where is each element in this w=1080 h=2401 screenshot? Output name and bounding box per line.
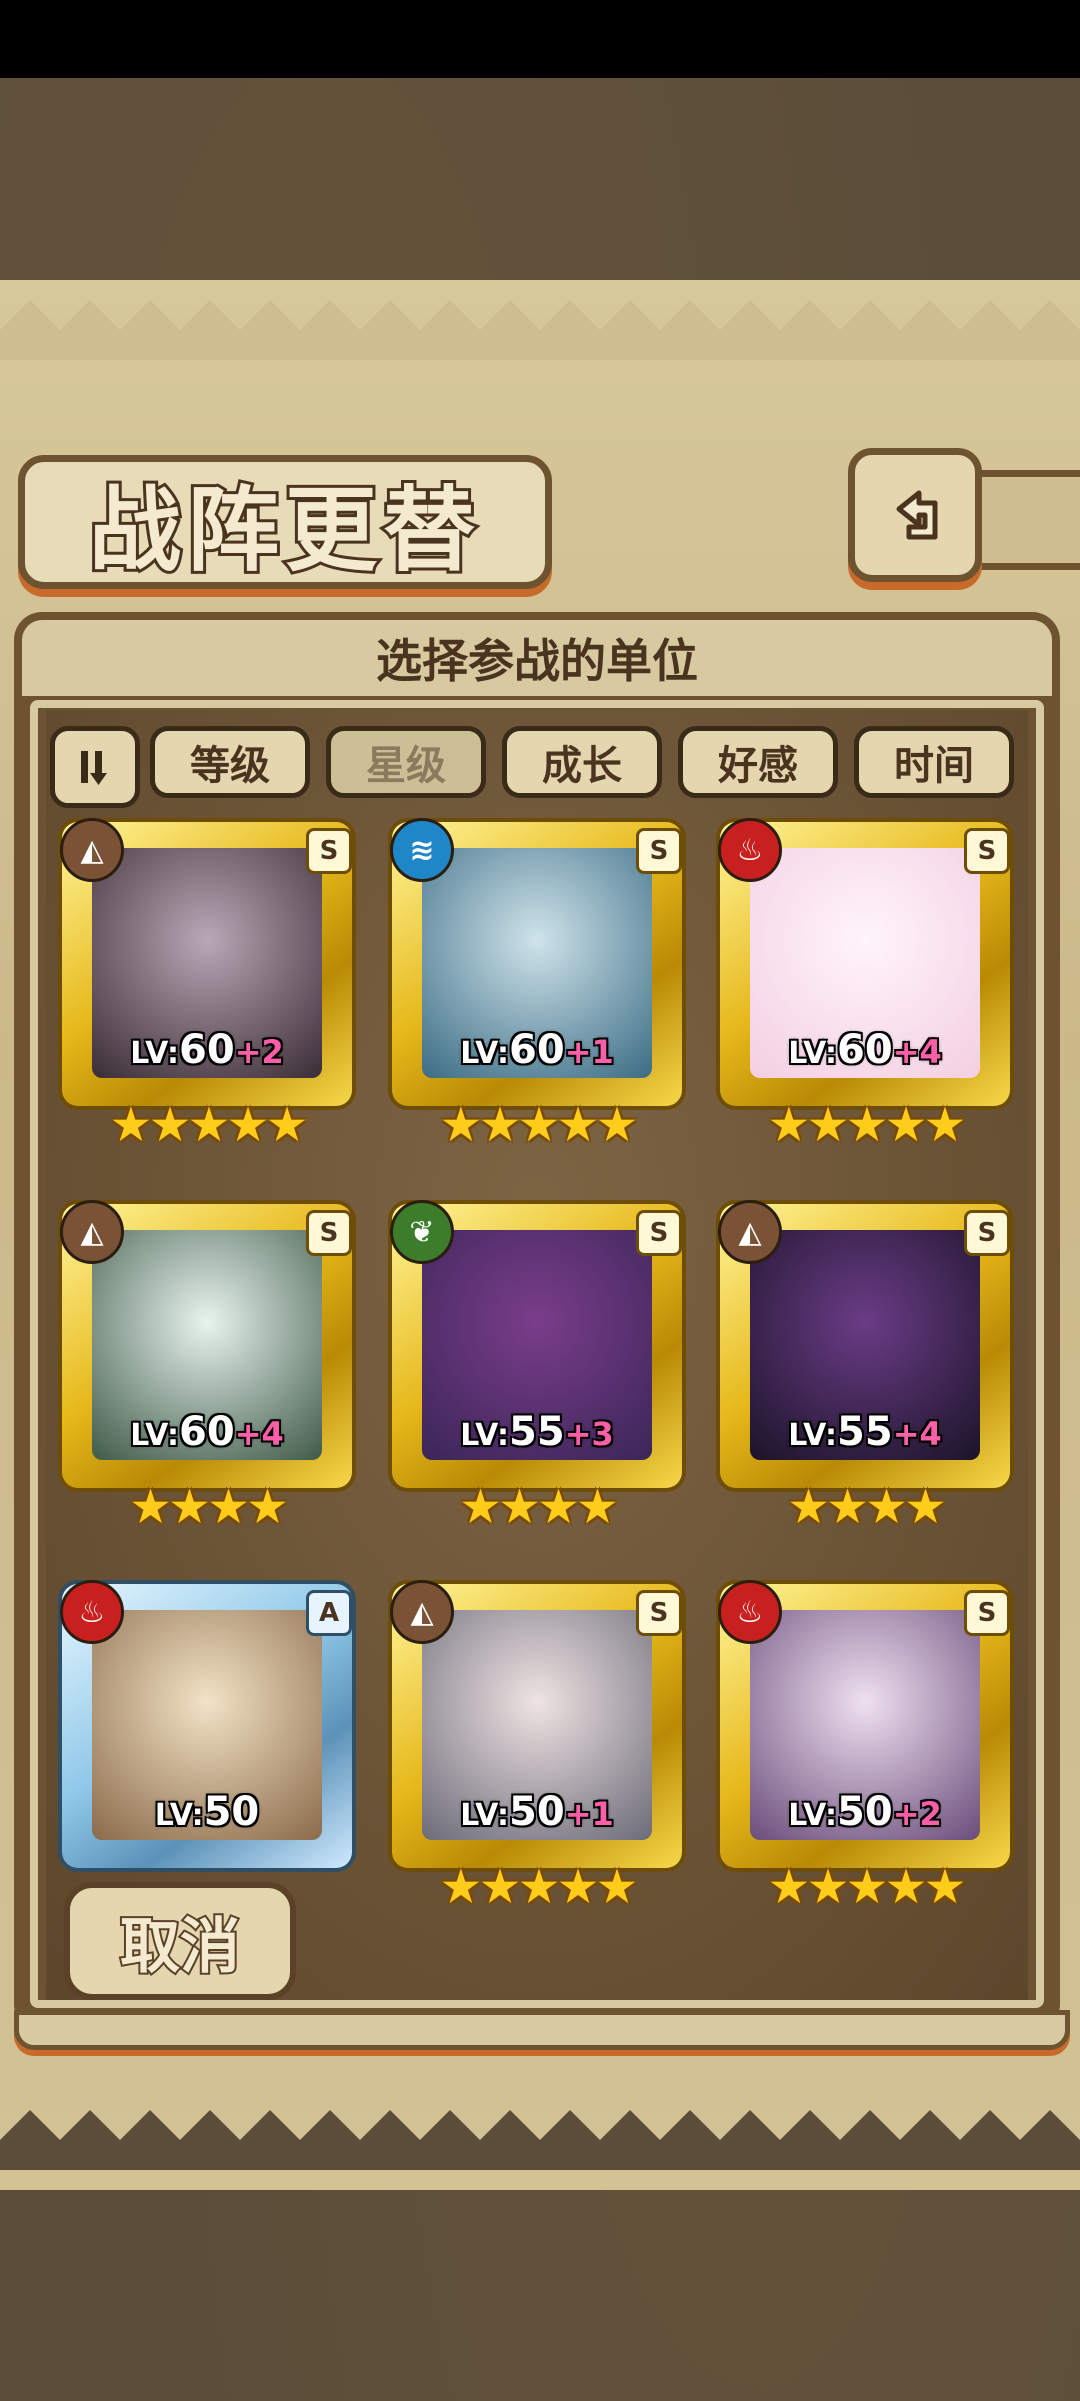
fire-element-icon: ♨: [718, 1580, 782, 1644]
unit-level: LV:50: [62, 1789, 352, 1835]
star-rating: ★★★★★: [439, 1859, 638, 1915]
level-bonus: +3: [564, 1415, 614, 1453]
star-rating: ★★★★★: [767, 1859, 966, 1915]
unit-card[interactable]: ◭ S LV:60+2 ★★★★★: [60, 818, 352, 1153]
level-bonus: +1: [564, 1795, 614, 1833]
level-prefix: LV:: [788, 1798, 838, 1833]
unit-level: LV:55+4: [720, 1409, 1010, 1455]
star-rating: ★★★★★: [767, 1097, 966, 1153]
level-prefix: LV:: [788, 1418, 838, 1453]
unit-level: LV:60+1: [392, 1027, 682, 1073]
sort-button-affection[interactable]: 好感: [678, 726, 838, 798]
unit-card[interactable]: ≋ S LV:60+1 ★★★★★: [390, 818, 682, 1153]
rank-badge: S: [306, 1210, 352, 1256]
unit-card[interactable]: ♨ S LV:60+4 ★★★★★: [718, 818, 1010, 1153]
level-bonus: +4: [234, 1415, 284, 1453]
sort-button-level[interactable]: 等级: [150, 726, 310, 798]
earth-element-icon: ◭: [390, 1580, 454, 1644]
level-prefix: LV:: [460, 1036, 510, 1071]
level-prefix: LV:: [130, 1418, 180, 1453]
earth-element-icon: ◭: [718, 1200, 782, 1264]
level-bonus: +4: [892, 1415, 942, 1453]
panel-subtitle: 选择参战的单位: [376, 634, 698, 688]
star-rating: ★★★★: [458, 1479, 619, 1535]
level-value: 50: [837, 1789, 893, 1835]
level-value: 55: [837, 1409, 893, 1455]
unit-level: LV:60+4: [62, 1409, 352, 1455]
cancel-button[interactable]: 取消: [64, 1882, 296, 2000]
level-prefix: LV:: [460, 1418, 510, 1453]
sort-order-toggle[interactable]: [50, 726, 140, 808]
level-bonus: +2: [892, 1795, 942, 1833]
star-rating: ★★★★★: [109, 1097, 308, 1153]
page-title: 战阵更替: [86, 473, 481, 587]
level-value: 60: [509, 1027, 565, 1073]
sort-button-stars[interactable]: 星级: [326, 726, 486, 798]
sort-button-growth[interactable]: 成长: [502, 726, 662, 798]
panel-header: 选择参战的单位: [22, 620, 1052, 696]
rank-badge: S: [636, 1590, 682, 1636]
level-value: 50: [509, 1789, 565, 1835]
rank-badge: S: [964, 1210, 1010, 1256]
unit-card[interactable]: ◭ S LV:50+1 ★★★★★: [390, 1580, 682, 1915]
unit-card[interactable]: ❦ S LV:55+3 ★★★★: [390, 1200, 682, 1535]
rank-badge: S: [964, 1590, 1010, 1636]
rank-badge: S: [306, 828, 352, 874]
level-value: 60: [179, 1027, 235, 1073]
level-value: 60: [837, 1027, 893, 1073]
water-element-icon: ≋: [390, 818, 454, 882]
earth-element-icon: ◭: [60, 1200, 124, 1264]
level-bonus: +2: [234, 1033, 284, 1071]
unit-level: LV:60+4: [720, 1027, 1010, 1073]
star-rating: ★★★★★: [439, 1097, 638, 1153]
panel-bottom-edge: [14, 2010, 1070, 2050]
level-prefix: LV:: [154, 1798, 204, 1833]
earth-element-icon: ◭: [60, 818, 124, 882]
sort-order-icon: [81, 751, 107, 785]
unit-level: LV:50+2: [720, 1789, 1010, 1835]
level-value: 50: [203, 1789, 260, 1835]
zigzag-bottom: [0, 2110, 1080, 2170]
zigzag-top: [0, 300, 1080, 360]
level-prefix: LV:: [788, 1036, 838, 1071]
unit-level: LV:55+3: [392, 1409, 682, 1455]
unit-level: LV:50+1: [392, 1789, 682, 1835]
rank-badge: S: [964, 828, 1010, 874]
unit-card[interactable]: ◭ S LV:60+4 ★★★★: [60, 1200, 352, 1535]
fire-element-icon: ♨: [718, 818, 782, 882]
star-rating: ★★★★: [786, 1479, 947, 1535]
level-prefix: LV:: [130, 1036, 180, 1071]
level-value: 55: [509, 1409, 565, 1455]
sort-button-time[interactable]: 时间: [854, 726, 1014, 798]
level-bonus: +1: [564, 1033, 614, 1071]
page-title-plate: 战阵更替: [18, 455, 552, 589]
return-arrow-icon: [896, 490, 938, 540]
unit-card[interactable]: ♨ A LV:50: [60, 1580, 352, 1914]
wind-element-icon: ❦: [390, 1200, 454, 1264]
fire-element-icon: ♨: [60, 1580, 124, 1644]
level-prefix: LV:: [460, 1798, 510, 1833]
rank-badge: S: [636, 1210, 682, 1256]
level-bonus: +4: [892, 1033, 942, 1071]
back-button[interactable]: [848, 448, 982, 582]
star-rating: ★★★★: [128, 1479, 289, 1535]
level-value: 60: [179, 1409, 235, 1455]
unit-level: LV:60+2: [62, 1027, 352, 1073]
unit-card[interactable]: ◭ S LV:55+4 ★★★★: [718, 1200, 1010, 1535]
rank-badge: A: [306, 1590, 352, 1636]
unit-card[interactable]: ♨ S LV:50+2 ★★★★★: [718, 1580, 1010, 1915]
rank-badge: S: [636, 828, 682, 874]
